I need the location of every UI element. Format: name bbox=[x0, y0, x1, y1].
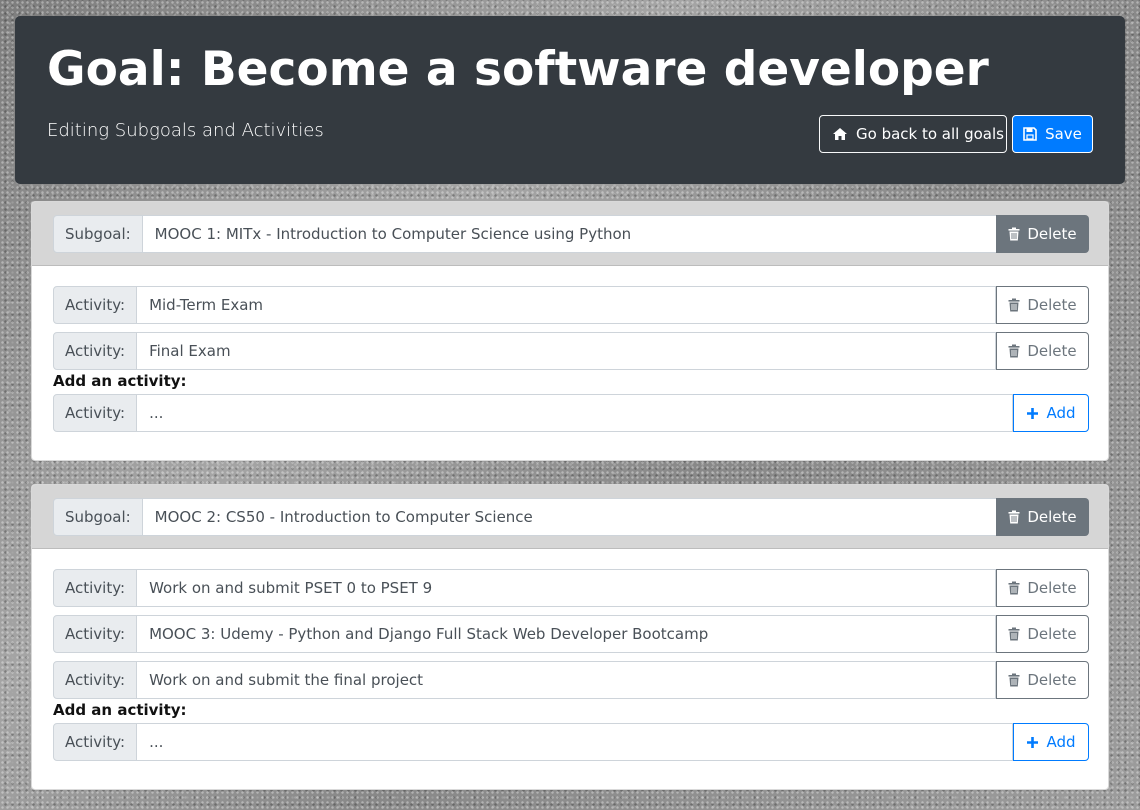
activity-name-field[interactable]: Final Exam bbox=[137, 332, 996, 370]
delete-label: Delete bbox=[1027, 671, 1077, 689]
trash-icon bbox=[1008, 627, 1020, 641]
delete-label: Delete bbox=[1027, 508, 1077, 526]
save-icon bbox=[1023, 127, 1037, 141]
activity-prefix-label: Activity: bbox=[53, 569, 138, 607]
back-to-goals-button[interactable]: Go back to all goals bbox=[819, 115, 1007, 153]
subgoal-body: Activity: Work on and submit PSET 0 to PS… bbox=[32, 549, 1108, 789]
save-label: Save bbox=[1045, 125, 1082, 143]
activity-prefix-label: Activity: bbox=[53, 332, 138, 370]
activity-prefix-label: Activity: bbox=[53, 661, 138, 699]
home-icon bbox=[832, 127, 848, 141]
add-activity-heading: Add an activity: bbox=[53, 701, 187, 719]
add-activity-button[interactable]: Add bbox=[1013, 394, 1089, 432]
trash-icon bbox=[1008, 581, 1020, 595]
delete-subgoal-button[interactable]: Delete bbox=[996, 498, 1089, 536]
subgoal-prefix-label: Subgoal: bbox=[53, 215, 143, 253]
trash-icon bbox=[1008, 344, 1020, 358]
plus-icon bbox=[1026, 407, 1039, 420]
activity-name-field[interactable]: Work on and submit PSET 0 to PSET 9 bbox=[137, 569, 996, 607]
add-activity-heading: Add an activity: bbox=[53, 372, 187, 390]
subgoal-card: Subgoal: MOOC 2: CS50 - Introduction to C… bbox=[31, 484, 1109, 790]
activity-row: Activity: Work on and submit PSET 0 to PS… bbox=[53, 569, 1089, 607]
delete-label: Delete bbox=[1027, 625, 1077, 643]
delete-activity-button[interactable]: Delete bbox=[996, 615, 1089, 653]
delete-label: Delete bbox=[1027, 296, 1077, 314]
new-activity-row: Activity:... Add bbox=[53, 394, 1089, 432]
delete-label: Delete bbox=[1027, 225, 1077, 243]
save-button[interactable]: Save bbox=[1012, 115, 1093, 153]
subgoal-body: Activity: Mid-Term Exam Delete Activity: Fi… bbox=[32, 266, 1108, 460]
activity-row: Activity: Mid-Term Exam Delete bbox=[53, 286, 1089, 324]
subgoal-prefix-label: Subgoal: bbox=[53, 498, 143, 536]
plus-icon bbox=[1026, 736, 1039, 749]
page-title: Goal: Become a software developer bbox=[47, 42, 989, 97]
trash-icon bbox=[1008, 673, 1020, 687]
delete-subgoal-button[interactable]: Delete bbox=[996, 215, 1089, 253]
subgoal-header: Subgoal: MOOC 1: MITx - Introduction to C… bbox=[32, 202, 1108, 266]
subgoal-name-field[interactable]: MOOC 2: CS50 - Introduction to Computer … bbox=[142, 498, 996, 536]
delete-label: Delete bbox=[1027, 579, 1077, 597]
delete-activity-button[interactable]: Delete bbox=[996, 569, 1089, 607]
goal-header: Goal: Become a software developer Editin… bbox=[15, 16, 1125, 184]
trash-icon bbox=[1008, 298, 1020, 312]
back-to-goals-label: Go back to all goals bbox=[856, 125, 1004, 143]
subgoal-input-group: Subgoal: MOOC 1: MITx - Introduction to C… bbox=[53, 215, 1089, 253]
activity-prefix-label: Activity: bbox=[53, 394, 138, 432]
activity-prefix-label: Activity: bbox=[53, 723, 138, 761]
page-subtitle: Editing Subgoals and Activities bbox=[47, 120, 324, 141]
activity-prefix-label: Activity: bbox=[53, 286, 138, 324]
activity-row: Activity: MOOC 3: Udemy - Python and Djan… bbox=[53, 615, 1089, 653]
activity-name-field[interactable]: Work on and submit the final project bbox=[137, 661, 996, 699]
delete-activity-button[interactable]: Delete bbox=[996, 332, 1089, 370]
subgoal-card: Subgoal: MOOC 1: MITx - Introduction to C… bbox=[31, 201, 1109, 461]
delete-activity-button[interactable]: Delete bbox=[996, 286, 1089, 324]
activity-name-field[interactable]: Mid-Term Exam bbox=[137, 286, 996, 324]
activity-row: Activity: Work on and submit the final pr… bbox=[53, 661, 1089, 699]
delete-label: Delete bbox=[1027, 342, 1077, 360]
activity-prefix-label: Activity: bbox=[53, 615, 138, 653]
subgoal-name-field[interactable]: MOOC 1: MITx - Introduction to Computer … bbox=[142, 215, 996, 253]
activity-row: Activity: Final Exam Delete bbox=[53, 332, 1089, 370]
subgoal-input-group: Subgoal: MOOC 2: CS50 - Introduction to C… bbox=[53, 498, 1089, 536]
delete-activity-button[interactable]: Delete bbox=[996, 661, 1089, 699]
add-label: Add bbox=[1046, 404, 1076, 422]
trash-icon bbox=[1008, 227, 1020, 241]
add-activity-button[interactable]: Add bbox=[1013, 723, 1089, 761]
activity-name-field[interactable]: MOOC 3: Udemy - Python and Django Full S… bbox=[137, 615, 996, 653]
new-activity-input[interactable]: ... bbox=[137, 394, 1013, 432]
new-activity-row: Activity:... Add bbox=[53, 723, 1089, 761]
new-activity-input[interactable]: ... bbox=[137, 723, 1013, 761]
trash-icon bbox=[1008, 510, 1020, 524]
subgoal-header: Subgoal: MOOC 2: CS50 - Introduction to C… bbox=[32, 485, 1108, 549]
add-label: Add bbox=[1046, 733, 1076, 751]
